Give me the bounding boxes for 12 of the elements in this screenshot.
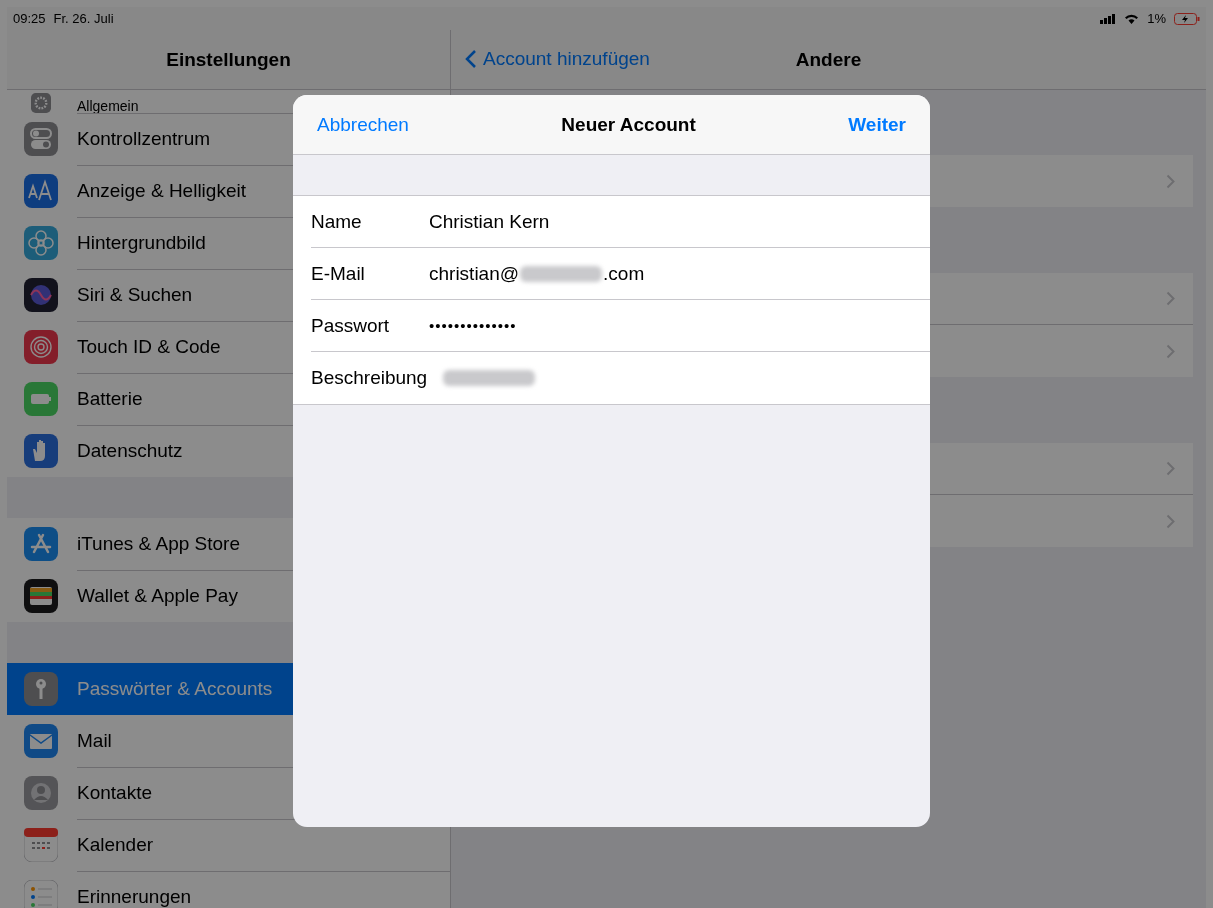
field-label: Name <box>311 210 363 233</box>
field-label: E-Mail <box>311 262 366 285</box>
dialog-title: Neuer Account <box>561 113 696 136</box>
field-label: Passwort <box>311 314 391 337</box>
sidebar-title: Einstellungen <box>166 48 291 71</box>
status-date: Fr. 26. Juli <box>53 11 114 26</box>
field-label: Beschreibung <box>311 367 429 389</box>
email-text: christian@ <box>429 262 520 285</box>
status-time: 09:25 <box>13 11 46 26</box>
battery-percent: 1% <box>1147 11 1166 26</box>
detail-title: Andere <box>795 48 862 71</box>
email-text: .com <box>603 262 645 285</box>
